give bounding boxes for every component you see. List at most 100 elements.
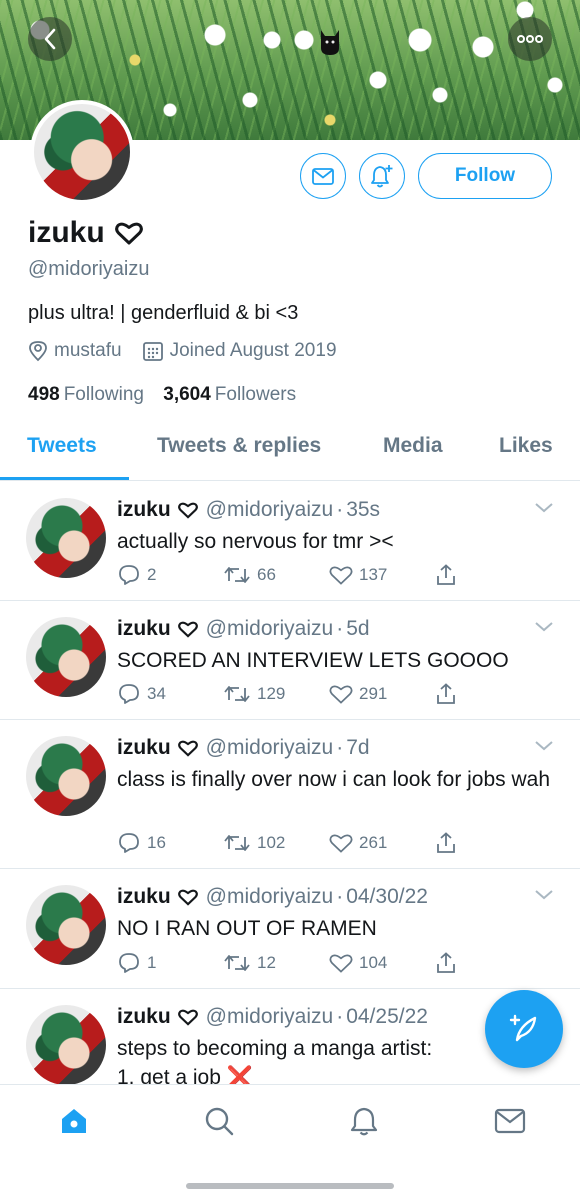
share-icon (437, 683, 455, 704)
tweet-author: izuku (117, 498, 171, 521)
tweet-item[interactable]: izuku @midoriyaizu · 04/30/22 NO I RAN OUT… (0, 869, 580, 989)
tweet-avatar[interactable] (26, 736, 106, 816)
nav-search[interactable] (201, 1103, 237, 1139)
profile-handle: @midoriyaizu (28, 258, 150, 280)
following-label: Following (63, 384, 144, 405)
share-button[interactable] (435, 952, 541, 974)
heart-icon (177, 740, 198, 757)
reply-icon (119, 953, 139, 973)
location: mustafu (28, 340, 122, 362)
join-date: Joined August 2019 (142, 340, 337, 362)
tab-likes[interactable]: Likes (499, 434, 553, 458)
tweet-item[interactable]: izuku @midoriyaizu · 35s actually so nervo… (0, 482, 580, 601)
like-button[interactable]: 137 (329, 564, 435, 586)
like-button[interactable]: 291 (329, 683, 435, 705)
share-button[interactable] (435, 564, 541, 586)
following-count: 498 (28, 384, 60, 405)
tab-tweets-replies[interactable]: Tweets & replies (157, 434, 321, 458)
compose-tweet-icon (509, 1014, 537, 1042)
tweet-avatar[interactable] (26, 1005, 106, 1085)
notify-button[interactable] (359, 153, 405, 199)
profile-bio: plus ultra! | genderfluid & bi <3 (28, 302, 299, 324)
calendar-icon (142, 342, 163, 361)
reply-count: 1 (147, 953, 157, 972)
tweet-avatar[interactable] (26, 617, 106, 697)
like-count: 137 (359, 565, 388, 584)
heart-icon (177, 1009, 198, 1026)
share-icon (437, 832, 455, 853)
retweet-icon (224, 835, 250, 851)
tweet-time: 35s (346, 498, 381, 521)
back-button[interactable] (28, 17, 72, 61)
like-count: 291 (359, 684, 388, 703)
like-button[interactable]: 104 (329, 952, 435, 974)
tab-tweets[interactable]: Tweets (27, 434, 97, 458)
retweet-count: 12 (257, 953, 276, 972)
tweet-header: izuku @midoriyaizu · 04/25/22 (117, 1005, 428, 1029)
retweet-icon (224, 955, 250, 971)
share-icon (437, 564, 455, 585)
tweet-avatar[interactable] (26, 498, 106, 578)
retweet-count: 129 (257, 684, 286, 703)
share-button[interactable] (435, 683, 541, 705)
retweet-button[interactable]: 12 (223, 952, 329, 974)
tweet-header: izuku @midoriyaizu · 5d (117, 617, 370, 641)
bell-plus-icon (371, 165, 393, 188)
reply-button[interactable]: 16 (117, 832, 223, 854)
followers-count: 3,604 (163, 384, 211, 405)
compose-tweet-button[interactable] (485, 990, 563, 1068)
tweet-header: izuku @midoriyaizu · 35s (117, 498, 380, 522)
separator-dot: · (336, 498, 344, 521)
chevron-down-icon[interactable] (534, 502, 554, 514)
followers-label: Followers (214, 384, 297, 405)
reply-button[interactable]: 2 (117, 564, 223, 586)
location-text: mustafu (54, 340, 122, 361)
tweet-header: izuku @midoriyaizu · 7d (117, 736, 370, 760)
reply-button[interactable]: 1 (117, 952, 223, 974)
profile-meta: mustafu Joined August 2019 (28, 340, 357, 362)
heart-icon (177, 621, 198, 638)
follow-button[interactable]: Follow (418, 153, 552, 199)
retweet-count: 66 (257, 565, 276, 584)
following-link[interactable]: 498 Following (28, 384, 144, 405)
message-button[interactable] (300, 153, 346, 199)
like-button[interactable]: 261 (329, 832, 435, 854)
tweet-avatar[interactable] (26, 885, 106, 965)
tweet-author: izuku (117, 1005, 171, 1028)
location-pin-icon (29, 341, 47, 362)
tweet-time: 04/25/22 (346, 1005, 428, 1028)
heart-icon (177, 889, 198, 906)
retweet-button[interactable]: 66 (223, 564, 329, 586)
profile-avatar[interactable] (30, 100, 134, 204)
more-button[interactable] (508, 17, 552, 61)
retweet-icon (224, 686, 250, 702)
notifications-icon (350, 1107, 378, 1136)
retweet-button[interactable]: 129 (223, 683, 329, 705)
chevron-down-icon[interactable] (534, 889, 554, 901)
tab-media[interactable]: Media (383, 434, 443, 458)
chevron-down-icon[interactable] (534, 740, 554, 752)
nav-notifications[interactable] (346, 1103, 382, 1139)
tweet-item[interactable]: izuku @midoriyaizu · 5d SCORED AN INTERVIE… (0, 601, 580, 720)
tweet-author: izuku (117, 885, 171, 908)
retweet-button[interactable]: 102 (223, 832, 329, 854)
tweet-actions: 34 129 291 (117, 683, 541, 705)
follow-counts: 498 Following 3,604 Followers (28, 384, 310, 406)
tweet-actions: 1 12 104 (117, 952, 541, 974)
tweet-handle: @midoriyaizu (205, 617, 334, 640)
reply-count: 2 (147, 565, 157, 584)
profile-tabs: Tweets Tweets & replies Media Likes (0, 428, 580, 481)
reply-icon (119, 684, 139, 704)
chevron-down-icon[interactable] (534, 621, 554, 633)
tweet-handle: @midoriyaizu (205, 1005, 334, 1028)
nav-messages[interactable] (492, 1103, 528, 1139)
like-count: 261 (359, 833, 388, 852)
nav-home[interactable] (56, 1103, 92, 1139)
reply-button[interactable]: 34 (117, 683, 223, 705)
like-icon (329, 685, 353, 704)
share-button[interactable] (435, 832, 541, 854)
tweet-author: izuku (117, 617, 171, 640)
retweet-count: 102 (257, 833, 286, 852)
followers-link[interactable]: 3,604 Followers (163, 384, 296, 405)
tweet-item[interactable]: izuku @midoriyaizu · 7d class is finally o… (0, 720, 580, 869)
